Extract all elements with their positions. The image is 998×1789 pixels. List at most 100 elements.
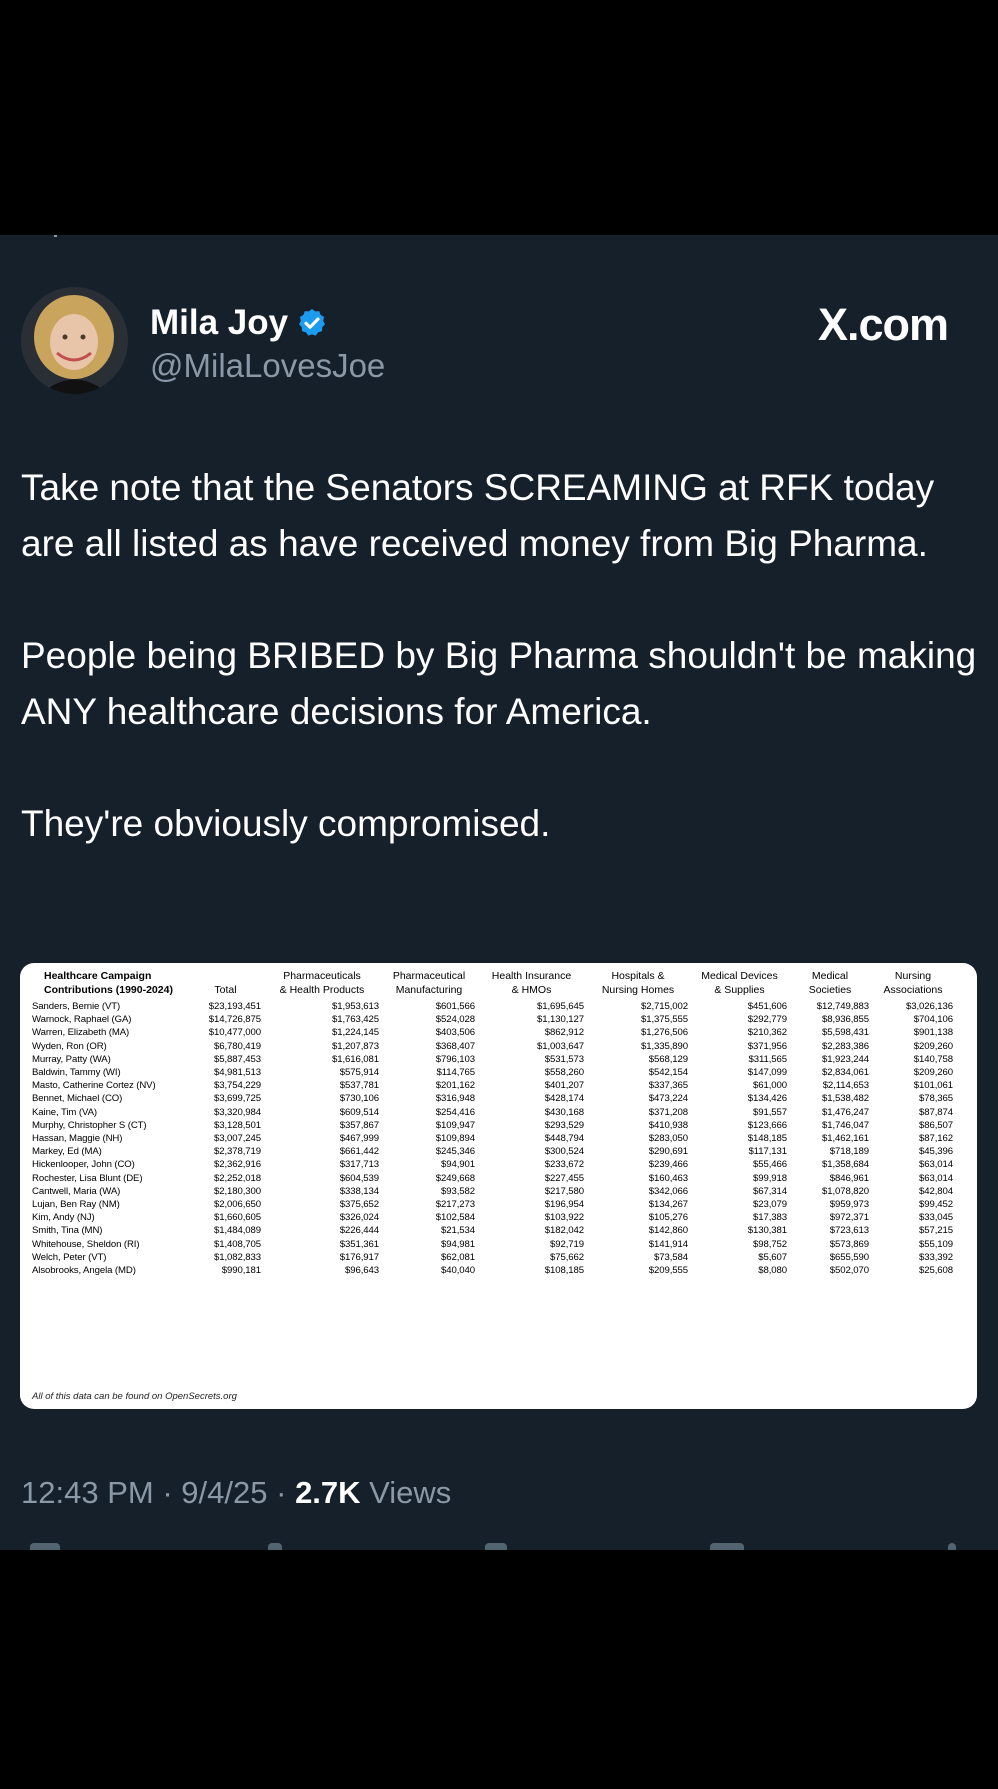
author-name[interactable]: Mila Joy [150, 303, 328, 343]
table-column-header: Medical Societies [789, 969, 871, 1000]
amount-cell: $451,606 [747, 1001, 787, 1012]
amount-cell: $108,185 [544, 1265, 584, 1277]
amount-cell: $661,442 [339, 1146, 379, 1158]
header-line: Healthcare Campaign [44, 970, 152, 982]
amount-cell: $1,408,705 [213, 1238, 261, 1250]
separator: · [276, 1475, 287, 1510]
amount-cell: $1,078,820 [821, 1185, 869, 1197]
amount-cell: $410,938 [648, 1119, 688, 1131]
bookmark-icon[interactable] [710, 1543, 744, 1550]
amount-cell: $730,106 [339, 1093, 379, 1105]
tweet-date[interactable]: 9/4/25 [181, 1475, 267, 1510]
header-line: Nursing [894, 970, 932, 982]
amount-cell: $45,396 [919, 1146, 953, 1158]
table-column-header: Pharmaceutical Manufacturing [381, 969, 477, 1000]
senator-name-cell: Hassan, Maggie (NH) [32, 1133, 123, 1145]
senator-name-cell: Sanders, Bernie (VT) [32, 1001, 121, 1012]
header-line: Medical [811, 970, 849, 982]
header-line: & Health Products [279, 984, 365, 996]
amount-cell: $249,668 [435, 1172, 475, 1184]
avatar[interactable] [21, 287, 128, 394]
amount-cell: $57,215 [919, 1225, 953, 1237]
amount-cell: $473,224 [648, 1093, 688, 1105]
amount-cell: $61,000 [753, 1080, 787, 1092]
amount-cell: $601,566 [435, 1001, 475, 1012]
amount-cell: $99,918 [753, 1172, 787, 1184]
amount-cell: $209,555 [648, 1265, 688, 1277]
tweet-meta: 12:43 PM · 9/4/25 · 2.7K Views [21, 1475, 451, 1511]
amount-cell: $2,180,300 [213, 1185, 261, 1197]
amount-cell: $209,260 [913, 1040, 953, 1052]
amount-cell: $531,573 [544, 1053, 584, 1065]
table-row: Bennet, Michael (CO) $3,699,725 $730,106 $3… [30, 1092, 955, 1105]
table-row: Smith, Tina (MN) $1,484,089 $226,444 $21,53… [30, 1224, 955, 1237]
header-line: Societies [808, 984, 852, 996]
amount-cell: $293,529 [544, 1119, 584, 1131]
amount-cell: $55,466 [753, 1159, 787, 1171]
amount-cell: $8,936,855 [821, 1014, 869, 1026]
table-row: Rochester, Lisa Blunt (DE) $2,252,018 $604… [30, 1172, 955, 1185]
amount-cell: $101,061 [913, 1080, 953, 1092]
amount-cell: $1,484,089 [213, 1225, 261, 1237]
amount-cell: $23,079 [753, 1199, 787, 1211]
table-row: Warnock, Raphael (GA) $14,726,875 $1,763,4… [30, 1013, 955, 1026]
table-row: Murray, Patty (WA) $5,887,453 $1,616,081 $7… [30, 1053, 955, 1066]
header-line: & Supplies [714, 984, 765, 996]
amount-cell: $78,365 [919, 1093, 953, 1105]
amount-cell: $75,662 [550, 1251, 584, 1263]
amount-cell: $1,695,645 [536, 1001, 584, 1012]
amount-cell: $1,763,425 [331, 1014, 379, 1026]
share-icon[interactable] [948, 1543, 956, 1550]
amount-cell: $87,162 [919, 1133, 953, 1145]
tweet-paragraph: People being BRIBED by Big Pharma should… [21, 635, 977, 732]
header-line: Medical Devices [701, 970, 778, 982]
table-column-header: Hospitals & Nursing Homes [586, 969, 690, 1000]
tweet-time[interactable]: 12:43 PM [21, 1475, 154, 1510]
amount-cell: $201,162 [435, 1080, 475, 1092]
author-handle[interactable]: @MilaLovesJoe [150, 347, 385, 385]
amount-cell: $86,507 [919, 1119, 953, 1131]
senator-name-cell: Smith, Tina (MN) [32, 1225, 103, 1237]
amount-cell: $141,914 [648, 1238, 688, 1250]
verified-check-icon [299, 309, 326, 336]
senator-name-cell: Kim, Andy (NJ) [32, 1212, 95, 1224]
amount-cell: $1,276,506 [640, 1027, 688, 1039]
table-column-header: Healthcare Campaign Contributions (1990-2… [30, 969, 188, 1000]
senator-name-cell: Alsobrooks, Angela (MD) [32, 1265, 136, 1277]
amount-cell: $10,477,000 [208, 1027, 261, 1039]
amount-cell: $723,613 [829, 1225, 869, 1237]
amount-cell: $1,746,047 [821, 1119, 869, 1131]
retweet-icon[interactable] [268, 1543, 282, 1550]
amount-cell: $3,699,725 [213, 1093, 261, 1105]
reply-icon[interactable] [30, 1543, 60, 1550]
amount-cell: $23,193,451 [208, 1001, 261, 1012]
table-row: Lujan, Ben Ray (NM) $2,006,650 $375,652 $21… [30, 1198, 955, 1211]
amount-cell: $148,185 [747, 1133, 787, 1145]
senator-name-cell: Masto, Catherine Cortez (NV) [32, 1080, 156, 1092]
amount-cell: $1,953,613 [331, 1001, 379, 1012]
amount-cell: $2,715,002 [640, 1001, 688, 1012]
senator-name-cell: Warnock, Raphael (GA) [32, 1014, 132, 1026]
header-line: Associations [883, 984, 943, 996]
amount-cell: $2,006,650 [213, 1199, 261, 1211]
senator-name-cell: Hickenlooper, John (CO) [32, 1159, 135, 1171]
amount-cell: $1,224,145 [331, 1027, 379, 1039]
amount-cell: $537,781 [339, 1080, 379, 1092]
amount-cell: $2,378,719 [213, 1146, 261, 1158]
amount-cell: $371,208 [648, 1106, 688, 1118]
like-icon[interactable] [485, 1543, 507, 1550]
amount-cell: $573,869 [829, 1238, 869, 1250]
amount-cell: $5,607 [758, 1251, 787, 1263]
amount-cell: $123,666 [747, 1119, 787, 1131]
amount-cell: $103,922 [544, 1212, 584, 1224]
views-count: 2.7K [295, 1475, 361, 1510]
amount-cell: $337,365 [648, 1080, 688, 1092]
amount-cell: $245,346 [435, 1146, 475, 1158]
amount-cell: $3,128,501 [213, 1119, 261, 1131]
amount-cell: $217,580 [544, 1185, 584, 1197]
attached-image-table[interactable]: Healthcare Campaign Contributions (1990-2… [20, 963, 977, 1409]
senator-name-cell: Kaine, Tim (VA) [32, 1106, 97, 1118]
amount-cell: $3,026,136 [905, 1001, 953, 1012]
header-line: Contributions (1990-2024) [44, 984, 173, 996]
author-name-text: Mila Joy [150, 303, 289, 342]
